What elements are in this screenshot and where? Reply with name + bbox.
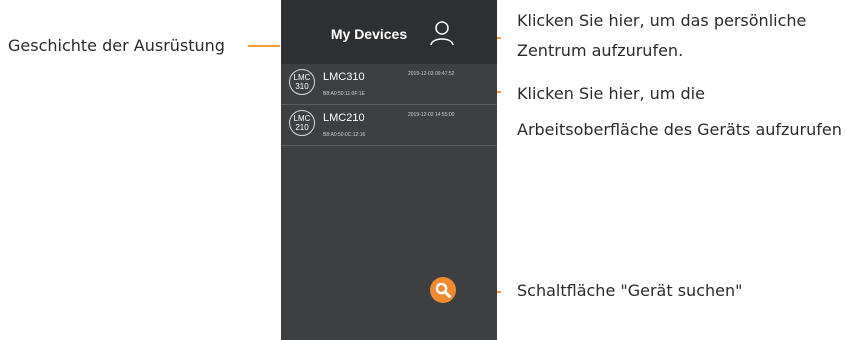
device-mac: B8:A0:50:11:0F:1E [323, 91, 365, 97]
app-header: My Devices [281, 0, 497, 64]
phone-screen: My Devices LMC 310 LMC310 B8:A0:50:11:0F… [281, 0, 497, 340]
device-timestamp: 2019-12-02 14:55:00 [408, 112, 455, 118]
search-icon [435, 282, 451, 298]
connector-history [248, 45, 280, 47]
device-badge: LMC 210 [289, 110, 315, 136]
annotation-search-button: Schaltfläche "Gerät suchen" [517, 281, 743, 300]
device-name: LMC310 [323, 71, 365, 83]
annotation-workspace-line2: Arbeitsoberfläche des Geräts aufzurufen [517, 120, 842, 139]
device-row-lmc310[interactable]: LMC 310 LMC310 B8:A0:50:11:0F:1E 2019-12… [281, 64, 497, 105]
annotation-personal-center-line2: Zentrum aufzurufen. [517, 41, 684, 60]
user-icon[interactable] [429, 20, 455, 46]
device-badge: LMC 310 [289, 69, 315, 95]
device-name: LMC210 [323, 112, 365, 124]
device-timestamp: 2019-12-03 09:47:52 [408, 71, 455, 77]
device-list: LMC 310 LMC310 B8:A0:50:11:0F:1E 2019-12… [281, 64, 497, 146]
annotation-personal-center-line1: Klicken Sie hier, um das persönliche [517, 11, 807, 30]
annotation-workspace-line1: Klicken Sie hier, um die [517, 84, 705, 103]
annotation-history: Geschichte der Ausrüstung [8, 36, 225, 55]
search-device-button[interactable] [430, 277, 456, 303]
device-row-lmc210[interactable]: LMC 210 LMC210 B8:A0:50:0C:12:16 2019-12… [281, 105, 497, 146]
device-mac: B8:A0:50:0C:12:16 [323, 132, 366, 138]
